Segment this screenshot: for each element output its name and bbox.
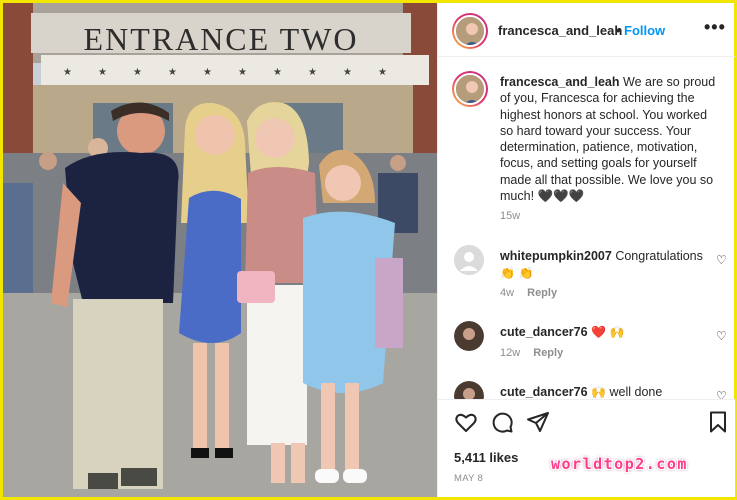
avatar-photo-icon <box>456 17 484 45</box>
post-actions: 5,411 likes MAY 8 <box>438 399 735 497</box>
comment-username[interactable]: whitepumpkin2007 <box>500 249 612 263</box>
svg-text:★: ★ <box>378 67 387 78</box>
svg-text:★: ★ <box>343 67 352 78</box>
comment-item: cute_dancer76 🙌 well done ♡ <box>438 381 735 399</box>
comment-like-heart-icon[interactable]: ♡ <box>716 329 727 343</box>
author-avatar[interactable] <box>452 13 488 49</box>
comment-text: whitepumpkin2007 Congratulations 👏 👏 <box>500 248 710 282</box>
caption-body: We are so proud of you, Francesca for ac… <box>500 75 716 204</box>
share-icon[interactable] <box>526 410 550 434</box>
svg-text:★: ★ <box>133 67 142 78</box>
avatar-photo-icon <box>454 381 484 399</box>
comment-text: cute_dancer76 ❤️ 🙌 <box>500 324 710 341</box>
follow-button[interactable]: Follow <box>624 23 665 38</box>
comment-meta: 4w Reply <box>500 287 557 299</box>
post-date: MAY 8 <box>454 473 484 484</box>
family-photo-illustration: ENTRANCE TWO ★ ★ ★ ★ ★ ★ ★ ★ ★ ★ <box>3 3 437 497</box>
svg-text:★: ★ <box>308 67 317 78</box>
likes-count[interactable]: 5,411 likes <box>454 450 518 465</box>
comment-text: cute_dancer76 🙌 well done <box>500 384 710 399</box>
caption-avatar[interactable] <box>452 71 488 107</box>
comment-body: Congratulations <box>615 249 703 263</box>
header-separator: • <box>616 23 621 38</box>
svg-text:★: ★ <box>98 67 107 78</box>
reply-button[interactable]: Reply <box>527 287 557 299</box>
watermark-text: worldtop2.com <box>551 455 688 473</box>
default-avatar-icon <box>454 245 484 275</box>
svg-text:★: ★ <box>273 67 282 78</box>
post-photo[interactable]: ENTRANCE TWO ★ ★ ★ ★ ★ ★ ★ ★ ★ ★ <box>3 3 437 497</box>
comment-icon[interactable] <box>490 410 514 434</box>
avatar-photo-icon <box>454 321 484 351</box>
heart-icon[interactable] <box>454 410 478 434</box>
post-header: francesca_and_leah • Follow ••• <box>438 3 735 57</box>
comment-like-heart-icon[interactable]: ♡ <box>716 253 727 267</box>
comment-emoji: ❤️ 🙌 <box>591 325 625 339</box>
avatar-photo-icon <box>456 75 484 103</box>
comment-timestamp[interactable]: 4w <box>500 287 514 299</box>
reply-button[interactable]: Reply <box>533 347 563 359</box>
caption-username[interactable]: francesca_and_leah <box>500 75 620 89</box>
caption-timestamp[interactable]: 15w <box>500 210 520 222</box>
comment-username[interactable]: cute_dancer76 <box>500 385 588 399</box>
comment-body: well done <box>609 385 663 399</box>
post-frame: ENTRANCE TWO ★ ★ ★ ★ ★ ★ ★ ★ ★ ★ frances… <box>0 0 737 500</box>
comment-emoji: 🙌 <box>591 385 606 399</box>
svg-text:★: ★ <box>203 67 212 78</box>
bookmark-icon[interactable] <box>706 410 730 434</box>
comment-emoji: 👏 👏 <box>500 266 534 280</box>
svg-text:★: ★ <box>238 67 247 78</box>
commenter-avatar[interactable] <box>454 381 484 399</box>
entrance-sign: ENTRANCE TWO <box>84 21 359 57</box>
commenter-avatar[interactable] <box>454 245 484 275</box>
author-username[interactable]: francesca_and_leah <box>498 23 622 38</box>
post-panel: francesca_and_leah • Follow ••• francesc… <box>437 3 735 497</box>
comment-like-heart-icon[interactable]: ♡ <box>716 389 727 399</box>
caption-text: francesca_and_leah We are so proud of yo… <box>500 74 722 204</box>
comment-timestamp[interactable]: 12w <box>500 347 520 359</box>
comment-item: whitepumpkin2007 Congratulations 👏 👏 4w … <box>438 245 735 321</box>
comment-meta: 12w Reply <box>500 347 563 359</box>
svg-text:★: ★ <box>63 67 72 78</box>
more-options-icon[interactable]: ••• <box>704 17 726 38</box>
comment-username[interactable]: cute_dancer76 <box>500 325 588 339</box>
commenter-avatar[interactable] <box>454 321 484 351</box>
post-caption: francesca_and_leah We are so proud of yo… <box>438 57 735 237</box>
svg-text:★: ★ <box>168 67 177 78</box>
